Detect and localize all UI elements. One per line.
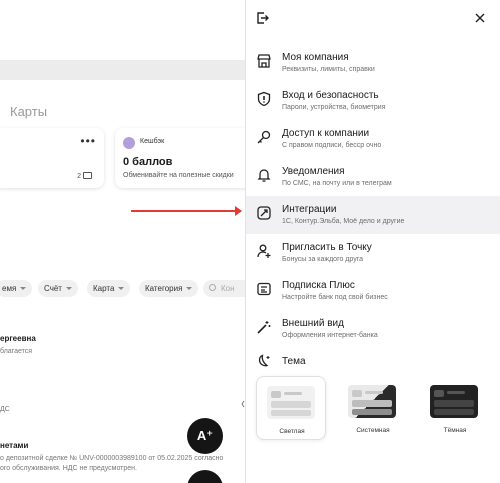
menu-item-subtitle: Бонусы за каждого друга: [282, 256, 363, 263]
list-item-subtitle: ого обслуживания. НДС не предусмотрен.: [0, 465, 137, 472]
card-count: 2: [77, 172, 92, 180]
cashback-label: Кешбэк: [140, 138, 165, 145]
cashback-subtitle: Обменивайте на полезные скидки: [123, 172, 234, 179]
menu-item-notifications[interactable]: Уведомления По СМС, на почту или в телег…: [246, 158, 500, 196]
filter-card-label: Карта: [93, 284, 115, 293]
theme-preview-system: [348, 385, 396, 418]
menu-item-title: Подписка Плюс: [282, 280, 355, 291]
cashback-card[interactable]: Кешбэк 0 баллов Обменивайте на полезные …: [115, 128, 255, 188]
menu-item-subtitle: Оформления интернет-банка: [282, 332, 378, 339]
cashback-title: 0 баллов: [123, 156, 173, 168]
list-item-subtitle: благается: [0, 348, 33, 355]
filter-card[interactable]: Карта: [87, 280, 131, 297]
chevron-down-icon: [65, 287, 72, 290]
theme-preview-dark: [430, 385, 478, 418]
menu-item-subtitle: Пароли, устройства, биометрия: [282, 104, 386, 111]
filter-period[interactable]: емя: [0, 280, 33, 297]
menu-item-title: Внешний вид: [282, 318, 344, 329]
chevron-down-icon: [20, 287, 27, 290]
assistant-button[interactable]: A⁺: [187, 418, 223, 454]
theme-title: Тема: [282, 356, 306, 367]
screen: Карты ••• 2 Кешбэк 0 баллов Обменивайте …: [0, 0, 500, 483]
menu-item-company[interactable]: Моя компания Реквизиты, лимиты, справки: [246, 44, 500, 82]
menu-item-title: Вход и безопасность: [282, 90, 379, 101]
more-icon[interactable]: •••: [80, 134, 96, 148]
menu-item-title: Уведомления: [282, 166, 345, 177]
menu-item-invite[interactable]: Пригласить в Точку Бонусы за каждого дру…: [246, 234, 500, 272]
menu-item-title: Моя компания: [282, 52, 349, 63]
search-placeholder: Кон: [221, 284, 235, 293]
theme-label: Системная: [356, 427, 390, 434]
theme-label: Светлая: [279, 428, 305, 435]
search-icon: [209, 284, 216, 291]
integrations-icon: [256, 205, 272, 221]
filter-category-label: Категория: [145, 284, 183, 293]
card-icon: [83, 172, 92, 179]
theme-option-dark[interactable]: Тёмная: [420, 376, 490, 440]
menu-item-title: Доступ к компании: [282, 128, 370, 139]
card-count-value: 2: [77, 173, 81, 180]
subscription-icon: [256, 281, 272, 297]
list-item-subtitle: о депозитной сделке № UNV-0000003989100 …: [0, 455, 224, 462]
close-icon[interactable]: [472, 10, 488, 26]
list-item-title[interactable]: ергеевна: [0, 334, 36, 343]
menu-item-subtitle: Настройте банк под свой бизнес: [282, 294, 388, 301]
shield-icon: [256, 91, 272, 107]
chat-button[interactable]: [187, 470, 223, 483]
chevron-down-icon: [186, 287, 193, 290]
account-card[interactable]: ••• 2: [0, 128, 104, 188]
list-item-title[interactable]: нетами: [0, 441, 28, 450]
chevron-down-icon: [118, 287, 125, 290]
filter-account[interactable]: Счёт: [38, 280, 78, 297]
annotation-arrow: [131, 206, 242, 216]
menu-item-subtitle: Реквизиты, лимиты, справки: [282, 66, 375, 73]
filter-period-label: емя: [2, 284, 17, 293]
shop-icon: [256, 53, 272, 69]
menu-item-integrations[interactable]: Интеграции 1С, Контур.Эльба, Моё дело и …: [246, 196, 500, 234]
menu-item-subtitle: По СМС, на почту или в телеграм: [282, 180, 392, 187]
settings-panel: Моя компания Реквизиты, лимиты, справки …: [245, 0, 500, 483]
theme-preview-light: [267, 386, 315, 419]
menu-item-subtitle: С правом подписи, бесср очно: [282, 142, 382, 149]
menu-item-security[interactable]: Вход и безопасность Пароли, устройства, …: [246, 82, 500, 120]
theme-option-system[interactable]: Системная: [338, 376, 408, 440]
filter-account-label: Счёт: [44, 284, 62, 293]
menu-item-access[interactable]: Доступ к компании С правом подписи, бесс…: [246, 120, 500, 158]
theme-label: Тёмная: [443, 427, 467, 434]
filter-category[interactable]: Категория: [139, 280, 199, 297]
key-icon: [256, 129, 272, 145]
logout-icon[interactable]: [255, 10, 271, 26]
menu-item-subtitle: 1С, Контур.Эльба, Моё дело и другие: [282, 218, 405, 225]
bell-icon: [256, 167, 272, 183]
menu-item-appearance[interactable]: Внешний вид Оформления интернет-банка: [246, 310, 500, 348]
menu-item-title: Интеграции: [282, 204, 337, 215]
magic-wand-icon: [256, 319, 272, 335]
cashback-icon: [123, 137, 135, 149]
header-band: [0, 60, 246, 80]
tab-cards[interactable]: Карты: [10, 104, 47, 119]
menu-item-subscription[interactable]: Подписка Плюс Настройте банк под свой би…: [246, 272, 500, 310]
moon-icon: [256, 353, 272, 369]
menu-item-title: Пригласить в Точку: [282, 242, 372, 253]
invite-icon: [256, 243, 272, 259]
list-item-subtitle: ДС: [0, 406, 10, 413]
theme-option-light[interactable]: Светлая: [256, 376, 326, 440]
panel-header: [246, 0, 500, 40]
